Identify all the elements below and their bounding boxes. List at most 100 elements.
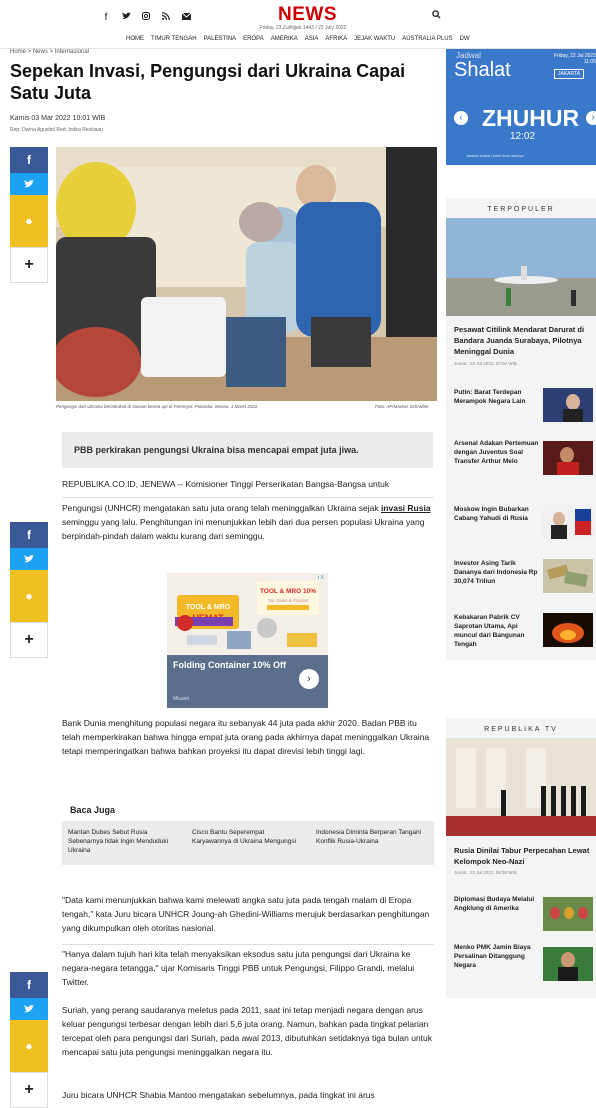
nav-australia-plus[interactable]: AUSTRALIA PLUS bbox=[402, 36, 452, 42]
nav-asia[interactable]: ASIA bbox=[305, 36, 319, 42]
prayer-time: 12:02 bbox=[510, 131, 536, 142]
svg-text:Top Sales & Populer: Top Sales & Populer bbox=[268, 598, 309, 603]
article-paragraph: Bank Dunia menghitung populasi negara it… bbox=[62, 718, 430, 756]
article-paragraph: Juru bicara UNHCR Shabia Mantoo mengatak… bbox=[62, 1090, 375, 1100]
popular-item[interactable]: Kebakaran Pabrik CV Saprotan Utama, Api … bbox=[454, 613, 542, 649]
facebook-share-button[interactable]: f bbox=[10, 972, 48, 998]
popular-item[interactable]: Putin: Barat Terdepan Merampok Negara La… bbox=[454, 388, 542, 406]
more-share-button[interactable]: + bbox=[10, 622, 48, 658]
featured-image[interactable] bbox=[446, 218, 596, 316]
date-line: Friday, 23 Zulhijjah 1443 / 22 July 2022 bbox=[259, 25, 347, 31]
shalat-widget: Jadwal Shalat Friday, 22 Jul 2022 11:05 … bbox=[446, 49, 596, 165]
twitter-share-button[interactable] bbox=[10, 548, 48, 570]
prayer-name: ZHUHUR bbox=[482, 105, 580, 131]
ad-title[interactable]: Folding Container 10% Off bbox=[173, 659, 293, 671]
advertisement[interactable]: TOOL & MRO HEMAT TOOL & MRO 10% Top Sale… bbox=[167, 573, 328, 708]
divider bbox=[62, 944, 434, 945]
article-paragraph: "Data kami menunjukkan bahwa kami melewa… bbox=[62, 895, 430, 933]
republika-tv-section: REPUBLIKA TV Rusia Dinilai Tabur Perpeca… bbox=[446, 718, 596, 998]
city-select[interactable]: JAKARTA bbox=[554, 69, 585, 79]
comment-icon: ● bbox=[25, 1039, 33, 1053]
prev-arrow-icon[interactable]: ‹ bbox=[454, 111, 468, 125]
related-article-link[interactable]: Mantan Dubes Sebut Rusia Sebenarnya tida… bbox=[62, 821, 186, 865]
photo-caption: Pengungsi dari Ukraina beristirahat di s… bbox=[56, 404, 259, 409]
popular-thumb[interactable] bbox=[543, 559, 593, 593]
top-header: f NEWS Friday, 23 Zulhijjah 1443 / 22 Ju… bbox=[0, 0, 596, 49]
more-share-button[interactable]: + bbox=[10, 247, 48, 283]
comment-icon: ● bbox=[25, 589, 33, 603]
nav-palestina[interactable]: PALESTINA bbox=[204, 36, 237, 42]
comment-button[interactable]: ● bbox=[10, 570, 48, 622]
twitter-icon[interactable] bbox=[120, 12, 132, 23]
email-icon[interactable] bbox=[180, 12, 192, 23]
popular-item[interactable]: Moskow Ingin Bubarkan Cabang Yahudi di R… bbox=[454, 505, 542, 523]
featured-article-date: Jumat , 22 Jul 2022, 00:00 WIB bbox=[454, 361, 517, 366]
baca-juga-box: Mantan Dubes Sebut Rusia Sebenarnya tida… bbox=[62, 821, 434, 865]
twitter-share-button[interactable] bbox=[10, 173, 48, 195]
baca-juga-section: Baca Juga Mantan Dubes Sebut Rusia Seben… bbox=[62, 805, 434, 867]
video-thumb[interactable] bbox=[543, 897, 593, 931]
article-summary: PBB perkirakan pengungsi Ukraina bisa me… bbox=[62, 432, 433, 468]
popular-thumb[interactable] bbox=[543, 388, 593, 422]
related-article-link[interactable]: Indonesia Diminta Berperan Tangani Konfl… bbox=[310, 821, 434, 865]
breadcrumb[interactable]: Home > News > Internasional bbox=[10, 49, 89, 55]
rss-icon[interactable] bbox=[160, 12, 172, 23]
divider bbox=[62, 497, 434, 498]
more-share-button[interactable]: + bbox=[10, 1072, 48, 1108]
nav-dw[interactable]: DW bbox=[460, 36, 470, 42]
paragraph-text: Pengungsi (UNHCR) mengatakan satu juta o… bbox=[62, 503, 381, 513]
related-article-link[interactable]: Cisco Bantu Seperempat Karyawannya di Uk… bbox=[186, 821, 310, 865]
shalat-title: Shalat bbox=[454, 59, 511, 81]
featured-video-title[interactable]: Rusia Dinilai Tabur Perpecahan Lewat Kel… bbox=[454, 845, 594, 867]
svg-text:TOOL & MRO: TOOL & MRO bbox=[186, 604, 231, 611]
featured-video-date: Jumat , 22 Jul 2022, 08:38 WIB bbox=[454, 870, 517, 875]
comment-button[interactable]: ● bbox=[10, 1020, 48, 1072]
article-paragraph: REPUBLIKA.CO.ID, JENEWA -- Komisioner Ti… bbox=[62, 479, 390, 489]
invasi-rusia-link[interactable]: invasi Rusia bbox=[381, 503, 431, 513]
next-arrow-icon[interactable]: › bbox=[586, 111, 596, 125]
nav-amerika[interactable]: AMERIKA bbox=[271, 36, 298, 42]
social-links: f bbox=[100, 12, 192, 23]
popular-item[interactable]: Investor Asing Tarik Dananya dari Indone… bbox=[454, 559, 542, 586]
main-nav: HOME TIMUR TENGAH PALESTINA EROPA AMERIK… bbox=[126, 36, 470, 42]
paragraph-text: seminggu yang lalu. Penghitungan ini men… bbox=[62, 517, 425, 541]
ad-choices-icon[interactable]: i X bbox=[318, 575, 324, 581]
facebook-share-button[interactable]: f bbox=[10, 147, 48, 173]
search-icon[interactable] bbox=[432, 10, 441, 22]
article-date: Kamis 03 Mar 2022 10:01 WIB bbox=[10, 115, 106, 122]
ad-arrow-icon[interactable]: › bbox=[299, 669, 319, 689]
article-paragraph: "Hanya dalam tujuh hari kita telah menya… bbox=[62, 949, 415, 987]
terpopuler-heading: TERPOPULER bbox=[487, 206, 555, 213]
popular-thumb[interactable] bbox=[543, 613, 593, 647]
share-bar: f ● + bbox=[10, 147, 48, 283]
featured-article-title[interactable]: Pesawat Citilink Mendarat Darurat di Ban… bbox=[454, 324, 594, 357]
facebook-share-button[interactable]: f bbox=[10, 522, 48, 548]
share-bar: f ● + bbox=[10, 972, 48, 1108]
shalat-footer-link[interactable]: Jadwal shalat untuk kota lainnya bbox=[466, 153, 524, 158]
nav-home[interactable]: HOME bbox=[126, 36, 144, 42]
popular-item[interactable]: Arsenal Adakan Pertemuan dengan Juventus… bbox=[454, 439, 542, 466]
instagram-icon[interactable] bbox=[140, 12, 152, 23]
video-item[interactable]: Menko PMK Jamin Biaya Persalinan Ditangg… bbox=[454, 943, 542, 970]
article-reporter: Rep: Dwina Agustin/ Red: Indira Rezkisar… bbox=[10, 127, 103, 133]
svg-text:TOOL & MRO 10%: TOOL & MRO 10% bbox=[260, 588, 316, 595]
popular-thumb[interactable] bbox=[543, 505, 593, 539]
nav-timur-tengah[interactable]: TIMUR TENGAH bbox=[151, 36, 197, 42]
nav-afrika[interactable]: AFRIKA bbox=[325, 36, 347, 42]
article-photo bbox=[56, 147, 437, 401]
baca-juga-heading: Baca Juga bbox=[70, 805, 116, 815]
republika-tv-heading: REPUBLIKA TV bbox=[484, 726, 558, 733]
comment-icon: ● bbox=[25, 214, 33, 228]
site-logo[interactable]: NEWS bbox=[278, 4, 337, 26]
popular-thumb[interactable] bbox=[543, 441, 593, 475]
featured-video-thumb[interactable] bbox=[446, 738, 596, 836]
comment-button[interactable]: ● bbox=[10, 195, 48, 247]
twitter-share-button[interactable] bbox=[10, 998, 48, 1020]
nav-eropa[interactable]: EROPA bbox=[243, 36, 264, 42]
facebook-icon[interactable]: f bbox=[100, 12, 112, 23]
article-paragraph: Pengungsi (UNHCR) mengatakan satu juta o… bbox=[62, 501, 434, 543]
nav-jejak-waktu[interactable]: JEJAK WAKTU bbox=[354, 36, 395, 42]
video-item[interactable]: Diplomasi Budaya Melalui Angklung di Ame… bbox=[454, 895, 542, 913]
video-thumb[interactable] bbox=[543, 947, 593, 981]
terpopuler-section: TERPOPULER Pesawat Citilink Mendarat Dar… bbox=[446, 198, 596, 660]
